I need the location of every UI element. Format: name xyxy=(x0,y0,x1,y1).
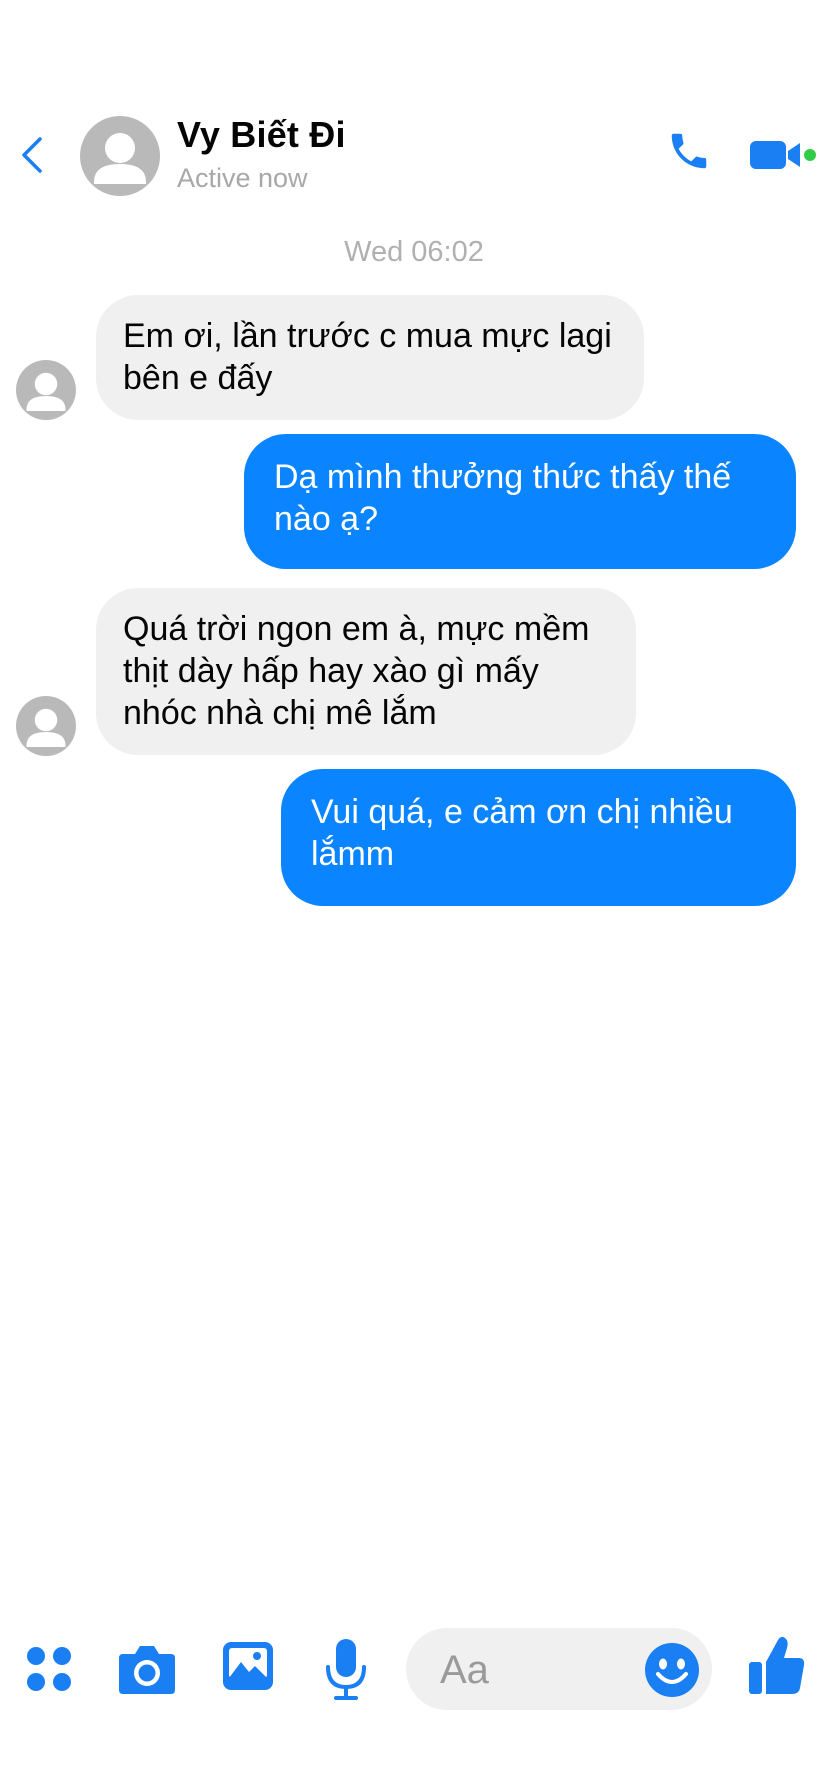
incoming-message-bubble[interactable]: Em ơi, lần trước c mua mực lagi bên e đấ… xyxy=(96,295,644,420)
contact-avatar[interactable] xyxy=(80,116,160,196)
smiley-icon xyxy=(645,1643,699,1697)
chevron-left-icon xyxy=(22,137,42,173)
like-button[interactable] xyxy=(746,1632,808,1700)
voice-message-button[interactable] xyxy=(322,1636,370,1702)
contact-name[interactable]: Vy Biết Đi xyxy=(177,114,346,156)
phone-icon xyxy=(671,133,707,169)
emoji-button[interactable] xyxy=(644,1642,700,1698)
message-input-field[interactable] xyxy=(406,1628,712,1712)
back-button[interactable] xyxy=(14,130,50,180)
active-status: Active now xyxy=(177,163,308,193)
outgoing-message-bubble[interactable]: Vui quá, e cảm ơn chị nhiều lắmm xyxy=(281,769,796,906)
default-user-icon xyxy=(26,372,66,411)
incoming-message-bubble[interactable]: Quá trời ngon em à, mực mềm thịt dày hấp… xyxy=(96,588,636,755)
sender-avatar[interactable] xyxy=(16,696,76,756)
outgoing-message-bubble[interactable]: Dạ mình thưởng thức thấy thế nào ạ? xyxy=(244,434,796,569)
sender-avatar[interactable] xyxy=(16,360,76,420)
message-composer xyxy=(0,1600,828,1740)
more-actions-button[interactable] xyxy=(20,1640,78,1698)
audio-call-button[interactable] xyxy=(666,128,712,174)
conversation-header: Vy Biết Đi Active now xyxy=(0,0,828,210)
camera-icon xyxy=(119,1646,175,1694)
image-icon xyxy=(223,1642,273,1690)
default-user-icon xyxy=(26,708,66,747)
thumbs-up-icon xyxy=(749,1636,805,1694)
camera-button[interactable] xyxy=(116,1638,178,1700)
video-camera-icon xyxy=(750,141,816,169)
active-dot xyxy=(804,149,816,161)
four-dots-icon xyxy=(27,1647,71,1691)
microphone-icon xyxy=(326,1639,366,1700)
message-input[interactable] xyxy=(438,1628,642,1712)
timestamp: Wed 06:02 xyxy=(344,236,484,268)
default-user-icon xyxy=(94,133,146,184)
gallery-button[interactable] xyxy=(220,1638,276,1694)
video-call-button[interactable] xyxy=(748,137,816,173)
